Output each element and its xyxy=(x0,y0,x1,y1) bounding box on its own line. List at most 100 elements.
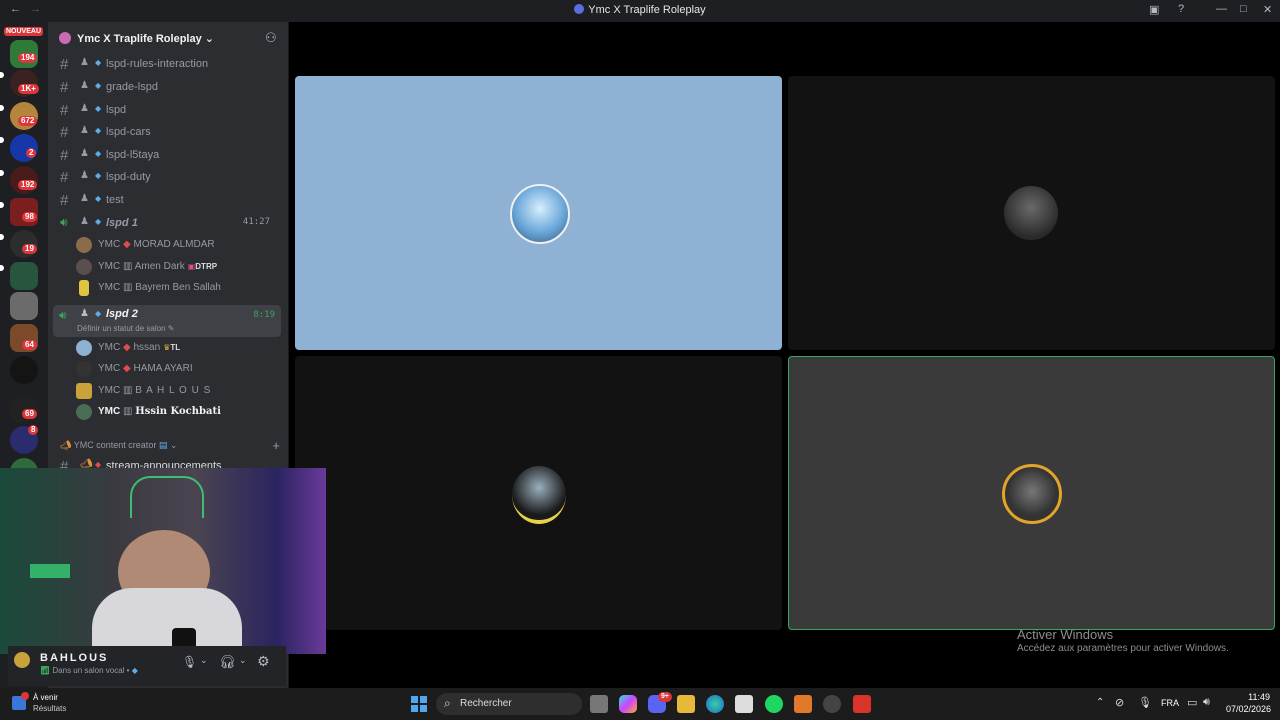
avatar xyxy=(76,404,92,420)
avatar[interactable] xyxy=(14,652,30,668)
microphone-icon[interactable]: 🎙︎ xyxy=(182,655,197,669)
activation-watermark-title: Activer Windows xyxy=(1017,627,1114,642)
add-channel-icon[interactable]: + xyxy=(272,438,280,453)
person-icon: ♟ xyxy=(80,193,89,204)
video-tile-user-2[interactable] xyxy=(788,76,1275,350)
role-tag: ▣DTRP xyxy=(187,262,218,271)
unread-badge: 64 xyxy=(22,340,37,350)
voice-user[interactable]: YMC ▥ B A H L O U S xyxy=(76,381,276,401)
megaphone-icon: 📣︎ xyxy=(60,440,72,450)
voice-user[interactable]: YMC ◆ HAMA AYARI xyxy=(76,359,276,379)
edge-icon[interactable] xyxy=(706,695,724,713)
file-explorer-icon[interactable] xyxy=(677,695,695,713)
channel-item[interactable]: # ♟ ◆ lspd xyxy=(56,100,282,120)
app-icon-red[interactable] xyxy=(853,695,871,713)
clock-time: 11:49 xyxy=(1248,692,1270,702)
display-icon[interactable]: ▭ xyxy=(1187,696,1197,709)
diamond-icon: ◆ xyxy=(95,171,102,180)
voice-timer: 41:27 xyxy=(242,217,270,227)
voice-status: 📶︎ Dans un salon vocal • ◆ xyxy=(40,666,138,675)
widget-subtitle[interactable]: Résultats xyxy=(33,704,66,713)
person-icon: ♟ xyxy=(80,103,89,114)
voice-user[interactable]: YMC ▥ Amen Dark ▣DTRP xyxy=(76,257,276,277)
channel-item[interactable]: # ♟ ◆ lspd-l5taya xyxy=(56,145,282,165)
person-icon: ♟ xyxy=(80,80,89,91)
channel-item[interactable]: # ♟ ◆ lspd-rules-interaction xyxy=(56,54,282,74)
connection-icon: 📶︎ xyxy=(40,666,51,675)
chevron-down-icon[interactable]: ⌄ xyxy=(200,655,208,666)
search-placeholder: Rechercher xyxy=(460,698,512,709)
add-member-icon[interactable]: ⚇ xyxy=(265,30,277,46)
steam-icon[interactable] xyxy=(823,695,841,713)
app-icon-orange[interactable] xyxy=(794,695,812,713)
avatar xyxy=(1004,186,1058,240)
channel-item[interactable]: # ♟ ◆ lspd-duty xyxy=(56,167,282,187)
network-icon[interactable]: ⊘ xyxy=(1115,696,1124,709)
diamond-icon: ◆ xyxy=(95,58,102,67)
server-icon-9[interactable] xyxy=(10,292,38,320)
hash-icon: # xyxy=(60,192,69,209)
hash-icon: # xyxy=(60,147,69,164)
hash-icon: # xyxy=(60,79,69,96)
role-tag: ♛TL xyxy=(163,343,181,352)
copilot-icon[interactable] xyxy=(619,695,637,713)
microphone-icon[interactable]: 🎙︎ xyxy=(1138,696,1152,709)
activation-watermark-subtitle: Accédez aux paramètres pour activer Wind… xyxy=(1017,643,1229,654)
widget-title[interactable]: À venir xyxy=(33,693,58,702)
unread-indicator xyxy=(0,202,4,208)
person-icon: ♟ xyxy=(80,148,89,159)
task-view-icon[interactable] xyxy=(590,695,608,713)
channel-item[interactable]: # ♟ ◆ test xyxy=(56,190,282,210)
voice-user[interactable]: YMC ▥ Hssin Kochbati xyxy=(76,402,276,422)
diamond-icon: ◆ xyxy=(95,104,102,113)
video-tile-user-4-speaking[interactable] xyxy=(788,356,1275,630)
taskbar-search[interactable]: ⌕ Rechercher xyxy=(436,693,582,715)
pencil-icon: ✎ xyxy=(167,324,175,333)
chevron-down-icon[interactable]: ⌄ xyxy=(239,655,247,666)
unread-indicator xyxy=(0,72,4,78)
language-indicator[interactable]: FRA xyxy=(1161,698,1179,708)
diamond-icon: ◆ xyxy=(95,309,102,318)
voice-channel-2[interactable]: 🔊︎ ♟ ◆ lspd 2 Définir un statut de salon… xyxy=(53,305,281,337)
voice-user[interactable]: YMC ▥ Bayrem Ben Sallah xyxy=(76,278,276,298)
person-icon: ♟ xyxy=(80,308,89,319)
maximize-button[interactable]: □ xyxy=(1240,3,1247,15)
window-title: Ymc X Traplife Roleplay xyxy=(0,4,1280,16)
led-strip xyxy=(130,476,204,518)
windows-start-icon[interactable] xyxy=(411,696,427,712)
minimize-button[interactable]: — xyxy=(1216,3,1227,15)
server-header[interactable]: Ymc X Traplife Roleplay ⌄ ⚇ xyxy=(48,22,288,54)
store-icon[interactable] xyxy=(735,695,753,713)
channel-item[interactable]: # ♟ ◆ lspd-cars xyxy=(56,122,282,142)
clock[interactable]: 11:49 07/02/2026 xyxy=(1226,692,1271,714)
category-header[interactable]: 📣︎ YMC content creator ▤ ⌄ + xyxy=(60,438,280,454)
speaker-icon: 🔊︎ xyxy=(59,308,67,322)
hash-icon: # xyxy=(60,169,69,186)
spotify-icon[interactable] xyxy=(765,695,783,713)
diamond-icon: ◆ xyxy=(95,149,102,158)
voice-user[interactable]: YMC ◆ MORAD ALMDAR xyxy=(76,235,276,255)
close-button[interactable]: ✕ xyxy=(1263,3,1272,16)
video-tile-user-3[interactable] xyxy=(295,356,782,630)
diamond-icon: ◆ xyxy=(95,194,102,203)
person-icon: ♟ xyxy=(80,170,89,181)
avatar xyxy=(76,383,92,399)
notification-dot xyxy=(21,692,29,700)
search-icon: ⌕ xyxy=(444,696,451,710)
chevron-down-icon: ⌄ xyxy=(204,33,214,45)
help-icon[interactable]: ? xyxy=(1178,3,1184,15)
video-tile-user-1[interactable] xyxy=(295,76,782,350)
channel-status-hint[interactable]: Définir un statut de salon ✎ xyxy=(77,324,174,333)
avatar xyxy=(1002,464,1062,524)
server-icon-11[interactable] xyxy=(10,356,38,384)
channel-item[interactable]: # ♟ ◆ grade-lspd xyxy=(56,77,282,97)
unread-indicator xyxy=(0,137,4,143)
headphones-icon[interactable]: 🎧︎ xyxy=(219,654,236,670)
screen-share-icon[interactable]: ▣ xyxy=(1149,3,1159,16)
server-icon-8[interactable] xyxy=(10,262,38,290)
volume-icon[interactable]: 🔊︎ xyxy=(1203,696,1210,709)
voice-channel-1[interactable]: 🔊︎ ♟ ◆ lspd 1 41:27 xyxy=(56,213,282,233)
voice-user[interactable]: YMC ◆ hssan ♛TL xyxy=(76,338,276,358)
chevron-up-icon[interactable]: ⌃ xyxy=(1096,697,1104,708)
gear-icon[interactable]: ⚙ xyxy=(257,653,270,670)
